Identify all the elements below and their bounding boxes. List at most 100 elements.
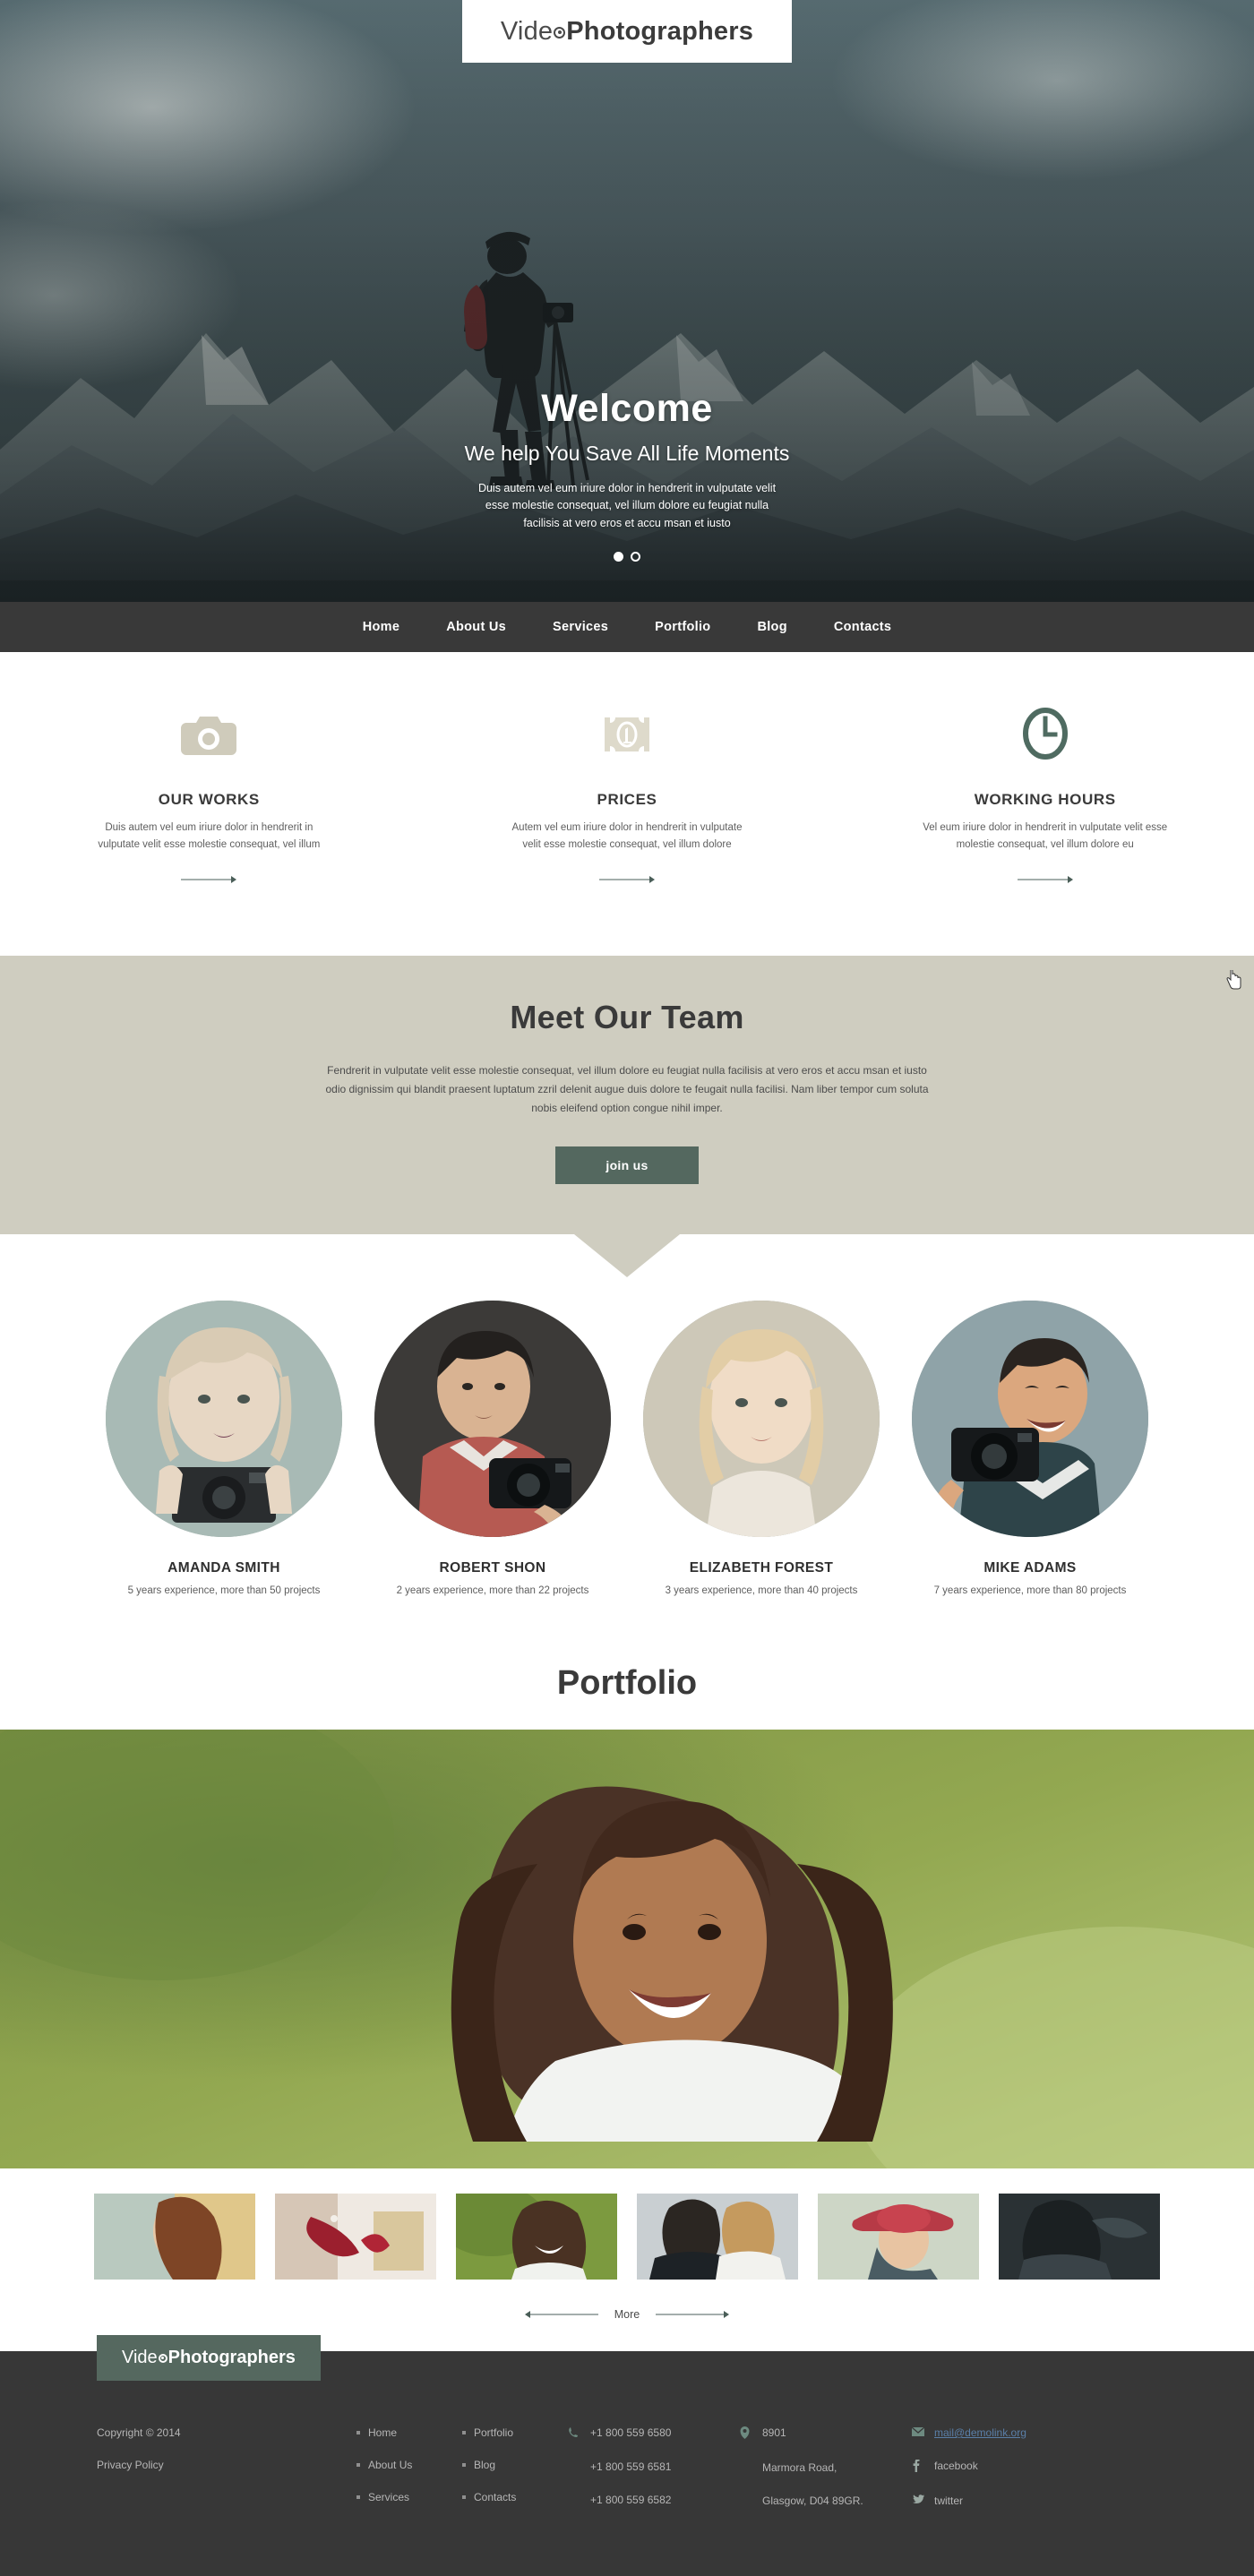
portfolio-thumbnail[interactable] bbox=[818, 2193, 979, 2280]
footer-logo[interactable]: Vide Photographers bbox=[97, 2334, 321, 2381]
avatar bbox=[374, 1300, 611, 1537]
member-name: ROBERT SHON bbox=[439, 1559, 546, 1576]
footer-link-portfolio[interactable]: Portfolio bbox=[462, 2426, 568, 2439]
footer-link-home[interactable]: Home bbox=[356, 2426, 462, 2439]
team-member-card[interactable]: MIKE ADAMS 7 years experience, more than… bbox=[896, 1300, 1164, 1596]
twitter-row[interactable]: twitter bbox=[912, 2494, 1084, 2508]
facebook-icon bbox=[912, 2459, 925, 2475]
footer-link-label: Contacts bbox=[474, 2490, 517, 2503]
portfolio-thumbnail[interactable] bbox=[94, 2193, 255, 2280]
facebook-label[interactable]: facebook bbox=[934, 2460, 978, 2472]
footer-link-contacts[interactable]: Contacts bbox=[462, 2491, 568, 2503]
feature-text: Vel eum iriure dolor in hendrerit in vul… bbox=[923, 822, 1168, 850]
email-link[interactable]: mail@demolink.org bbox=[934, 2426, 1026, 2439]
site-logo[interactable]: Vide Photographers bbox=[462, 0, 792, 63]
team-cta-section: Meet Our Team Fendrerit in vulputate vel… bbox=[0, 955, 1254, 1277]
footer-link-services[interactable]: Services bbox=[356, 2491, 462, 2503]
bullet-icon bbox=[356, 2430, 360, 2434]
nav-item-home[interactable]: Home bbox=[363, 620, 400, 634]
nav-item-portfolio[interactable]: Portfolio bbox=[655, 620, 710, 634]
money-icon bbox=[472, 701, 783, 766]
portfolio-thumbnail[interactable] bbox=[456, 2193, 617, 2280]
join-us-button[interactable]: join us bbox=[555, 1146, 699, 1184]
feature-arrow-icon[interactable] bbox=[889, 875, 1200, 884]
portfolio-thumbnail[interactable] bbox=[637, 2193, 798, 2280]
footer-logo-lens-icon bbox=[158, 2353, 167, 2363]
avatar bbox=[912, 1300, 1148, 1537]
facebook-row[interactable]: facebook bbox=[912, 2459, 1084, 2475]
footer-nav-column-1: Home About Us Services bbox=[356, 2426, 462, 2523]
bullet-icon bbox=[356, 2462, 360, 2467]
address-row: 8901 bbox=[740, 2426, 912, 2442]
address-row: Marmora Road, bbox=[740, 2461, 912, 2475]
mouse-cursor-hand-icon bbox=[1226, 969, 1241, 990]
address-line: Marmora Road, bbox=[762, 2460, 837, 2474]
nav-item-contacts[interactable]: Contacts bbox=[834, 620, 891, 634]
team-member-card[interactable]: ELIZABETH FOREST 3 years experience, mor… bbox=[627, 1300, 896, 1596]
email-row[interactable]: mail@demolink.org bbox=[911, 2426, 1084, 2440]
member-name: MIKE ADAMS bbox=[983, 1559, 1077, 1576]
phone-number: +1 800 559 6580 bbox=[590, 2426, 672, 2439]
footer-columns: Copyright © 2014 Privacy Policy Home Abo… bbox=[0, 2392, 1254, 2528]
team-member-card[interactable]: ROBERT SHON 2 years experience, more tha… bbox=[358, 1300, 627, 1596]
prev-arrow-icon[interactable] bbox=[524, 2310, 598, 2319]
phone-number: +1 800 559 6582 bbox=[590, 2493, 672, 2506]
phone-row[interactable]: +1 800 559 6580 bbox=[568, 2426, 740, 2441]
nav-item-blog[interactable]: Blog bbox=[757, 620, 786, 634]
logo-light-text: Vide bbox=[500, 16, 554, 46]
portfolio-thumbnails bbox=[0, 2168, 1254, 2299]
member-name: ELIZABETH FOREST bbox=[689, 1559, 834, 1576]
hero-title: Welcome bbox=[541, 387, 713, 430]
member-role: 2 years experience, more than 22 project… bbox=[396, 1584, 589, 1596]
portfolio-heading-section: Portfolio bbox=[0, 1631, 1254, 1730]
nav-item-services[interactable]: Services bbox=[553, 620, 608, 634]
hero-description: Duis autem vel eum iriure dolor in hendr… bbox=[477, 482, 777, 529]
feature-arrow-icon[interactable] bbox=[54, 875, 365, 884]
team-member-card[interactable]: AMANDA SMITH 5 years experience, more th… bbox=[90, 1300, 358, 1596]
address-row: Glasgow, D04 89GR. bbox=[740, 2494, 912, 2508]
footer-link-label: Portfolio bbox=[474, 2426, 514, 2439]
copyright-text: Copyright © 2014 bbox=[97, 2426, 181, 2439]
feature-arrow-icon[interactable] bbox=[472, 875, 783, 884]
main-navigation: Home About Us Services Portfolio Blog Co… bbox=[0, 602, 1254, 652]
portfolio-featured-image[interactable] bbox=[0, 1729, 1254, 2168]
footer-nav-column-2: Portfolio Blog Contacts bbox=[462, 2426, 568, 2523]
camera-icon bbox=[54, 701, 365, 766]
footer-link-about-us[interactable]: About Us bbox=[356, 2459, 462, 2471]
footer-logo-light-text: Vide bbox=[122, 2347, 158, 2367]
more-label[interactable]: More bbox=[614, 2308, 640, 2321]
slider-dot-1[interactable] bbox=[614, 552, 623, 562]
phone-row[interactable]: +1 800 559 6582 bbox=[568, 2494, 740, 2507]
hero-section: Vide Photographers Welcome We help You Sa… bbox=[0, 0, 1254, 602]
twitter-label[interactable]: twitter bbox=[934, 2494, 963, 2507]
bullet-icon bbox=[356, 2494, 360, 2499]
footer-logo-bold-text: Photographers bbox=[167, 2347, 296, 2367]
envelope-icon bbox=[911, 2426, 925, 2439]
slider-dot-2[interactable] bbox=[631, 552, 640, 562]
portfolio-thumbnail[interactable] bbox=[999, 2193, 1160, 2280]
feature-title: OUR WORKS bbox=[158, 791, 260, 808]
feature-title: WORKING HOURS bbox=[974, 791, 1116, 808]
privacy-policy-link[interactable]: Privacy Policy bbox=[97, 2459, 356, 2471]
team-members-section: AMANDA SMITH 5 years experience, more th… bbox=[0, 1233, 1254, 1632]
bullet-icon bbox=[462, 2430, 466, 2434]
feature-working-hours: WORKING HOURS Vel eum iriure dolor in he… bbox=[836, 701, 1254, 884]
portfolio-thumbnail[interactable] bbox=[275, 2193, 436, 2280]
footer-link-label: Services bbox=[368, 2490, 410, 2503]
next-arrow-icon[interactable] bbox=[656, 2310, 730, 2319]
feature-text: Autem vel eum iriure dolor in hendrerit … bbox=[511, 822, 743, 850]
features-section: OUR WORKS Duis autem vel eum iriure dolo… bbox=[0, 652, 1254, 956]
hero-content: Welcome We help You Save All Life Moment… bbox=[0, 387, 1254, 562]
footer-link-blog[interactable]: Blog bbox=[462, 2459, 568, 2471]
nav-item-about-us[interactable]: About Us bbox=[446, 620, 506, 634]
phone-icon bbox=[568, 2426, 581, 2441]
address-line: 8901 bbox=[762, 2426, 786, 2439]
hero-subtitle: We help You Save All Life Moments bbox=[464, 442, 790, 465]
feature-title: PRICES bbox=[597, 791, 657, 808]
phone-row[interactable]: +1 800 559 6581 bbox=[568, 2460, 740, 2474]
clock-icon bbox=[889, 701, 1200, 766]
avatar bbox=[106, 1300, 342, 1537]
map-pin-icon bbox=[740, 2426, 753, 2442]
footer-social-column: mail@demolink.org facebook twitter bbox=[911, 2426, 1084, 2528]
bullet-icon bbox=[462, 2494, 466, 2499]
